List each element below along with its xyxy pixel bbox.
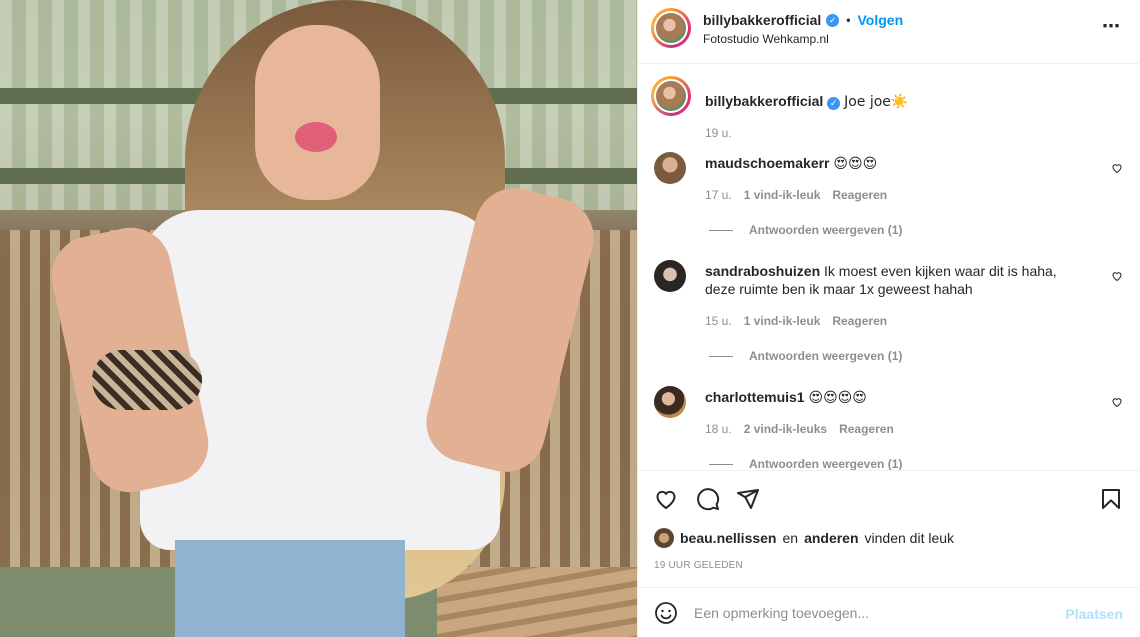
comment-likes[interactable]: 1 vind-ik-leuk: [744, 188, 821, 202]
comment-avatar[interactable]: [654, 386, 686, 418]
reply-button[interactable]: Reageren: [832, 188, 887, 202]
caption-meta: 19 u.: [705, 126, 732, 140]
reply-button[interactable]: Reageren: [832, 314, 887, 328]
comment-input[interactable]: [694, 598, 1054, 628]
liker-avatar[interactable]: [654, 528, 674, 548]
comment-meta: 18 u. 2 vind-ik-leuks Reageren: [705, 422, 894, 436]
comments-list[interactable]: billybakkerofficial ✓ Joe joe☀️ 19 u. ma…: [638, 64, 1139, 470]
view-replies-button[interactable]: Antwoorden weergeven (1): [709, 349, 902, 363]
post-photo[interactable]: [0, 0, 637, 637]
comment-time[interactable]: 18 u.: [705, 422, 732, 436]
liker-username[interactable]: beau.nellissen: [680, 530, 776, 546]
comment-username[interactable]: charlottemuis1: [705, 389, 805, 405]
more-options-icon[interactable]: ⋯: [1102, 16, 1121, 37]
post-timestamp[interactable]: 19 UUR GELEDEN: [654, 560, 743, 571]
comment-time[interactable]: 15 u.: [705, 314, 732, 328]
like-heart-icon[interactable]: [654, 487, 678, 511]
caption-username[interactable]: billybakkerofficial: [705, 93, 823, 109]
replies-line: [709, 229, 733, 231]
comment-meta: 17 u. 1 vind-ik-leuk Reageren: [705, 188, 887, 202]
comment-text: 😍😍😍😍: [808, 390, 867, 406]
photo-scrunchie: [92, 350, 202, 410]
likes-summary: beau.nellissen en anderen vinden dit leu…: [654, 528, 954, 548]
author-username[interactable]: billybakkerofficial: [703, 12, 821, 28]
caption-avatar[interactable]: [651, 76, 691, 116]
action-bar: [638, 470, 1139, 526]
likes-joiner: en: [782, 530, 799, 546]
view-replies-label: Antwoorden weergeven (1): [749, 223, 903, 237]
author-line: billybakkerofficial ✓ • Volgen: [703, 12, 903, 28]
caption-time[interactable]: 19 u.: [705, 126, 732, 140]
photo-bench: [437, 567, 637, 637]
comment-text: 😍😍😍: [833, 156, 878, 172]
separator-dot: •: [846, 13, 851, 27]
likes-suffix: vinden dit leuk: [864, 530, 955, 546]
photo-jeans: [175, 540, 405, 637]
share-plane-icon[interactable]: [736, 487, 760, 511]
view-replies-button[interactable]: Antwoorden weergeven (1): [709, 223, 902, 237]
view-replies-button[interactable]: Antwoorden weergeven (1): [709, 457, 902, 470]
likes-others-link[interactable]: anderen: [804, 530, 858, 546]
replies-line: [709, 463, 733, 465]
post-side-panel: billybakkerofficial ✓ • Volgen Fotostudi…: [637, 0, 1140, 637]
comment-username[interactable]: maudschoemakerr: [705, 155, 830, 171]
view-replies-label: Antwoorden weergeven (1): [749, 349, 903, 363]
verified-icon: ✓: [826, 13, 840, 27]
view-replies-label: Antwoorden weergeven (1): [749, 457, 903, 470]
comment-meta: 15 u. 1 vind-ik-leuk Reageren: [705, 314, 887, 328]
photo-lips: [295, 122, 337, 152]
replies-line: [709, 355, 733, 357]
caption-text: Joe joe☀️: [844, 94, 909, 110]
comment-time[interactable]: 17 u.: [705, 188, 732, 202]
add-comment-bar: Plaatsen: [638, 587, 1139, 637]
comment-likes[interactable]: 1 vind-ik-leuk: [744, 314, 821, 328]
comment-avatar[interactable]: [654, 260, 686, 292]
comment-bubble-icon[interactable]: [696, 487, 720, 511]
comment-avatar[interactable]: [654, 152, 686, 184]
author-avatar[interactable]: [651, 8, 691, 48]
like-comment-heart-icon[interactable]: [1111, 270, 1123, 282]
comment-username[interactable]: sandraboshuizen: [705, 263, 820, 279]
photo-face: [255, 25, 380, 200]
location-link[interactable]: Fotostudio Wehkamp.nl: [703, 32, 829, 46]
comment-likes[interactable]: 2 vind-ik-leuks: [744, 422, 827, 436]
follow-button[interactable]: Volgen: [857, 12, 903, 28]
emoji-picker-icon[interactable]: [654, 601, 678, 625]
post-comment-button[interactable]: Plaatsen: [1065, 606, 1123, 622]
post-header: billybakkerofficial ✓ • Volgen Fotostudi…: [638, 0, 1139, 64]
like-comment-heart-icon[interactable]: [1111, 162, 1123, 174]
verified-icon: ✓: [827, 97, 841, 110]
save-bookmark-icon[interactable]: [1099, 487, 1123, 511]
reply-button[interactable]: Reageren: [839, 422, 894, 436]
like-comment-heart-icon[interactable]: [1111, 396, 1123, 408]
